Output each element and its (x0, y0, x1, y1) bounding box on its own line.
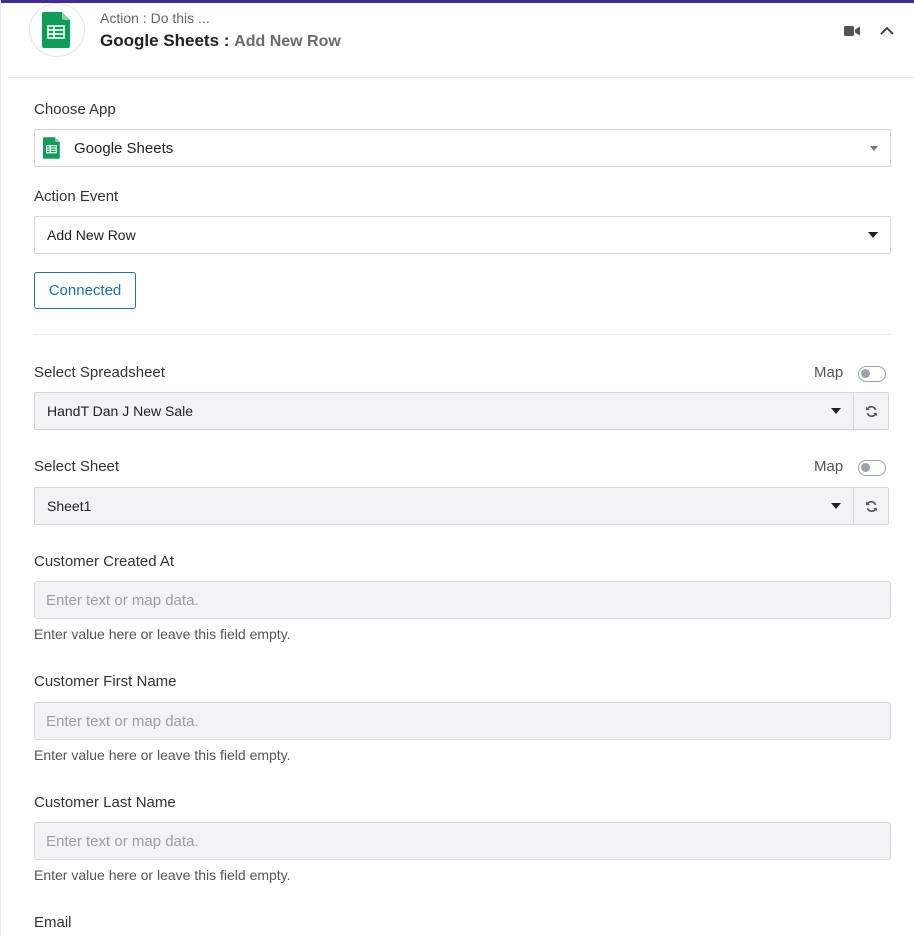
spreadsheet-map-toggle[interactable] (858, 366, 886, 382)
field-label: Customer Last Name (34, 794, 176, 811)
google-sheets-icon (29, 3, 85, 57)
sheet-map-toggle[interactable] (858, 460, 886, 476)
action-event-name: Add New Row (234, 33, 341, 50)
connected-button[interactable]: Connected (34, 272, 136, 309)
field-label: Email (34, 914, 72, 931)
action-panel: Action : Do this ... Google Sheets : Add… (0, 0, 914, 936)
refresh-icon (865, 500, 877, 512)
field-hint: Enter value here or leave this field emp… (34, 867, 291, 883)
choose-app-label: Choose App (34, 101, 116, 118)
chevron-up-icon[interactable] (878, 22, 896, 40)
section-divider (34, 334, 891, 335)
spreadsheet-map-label: Map (814, 364, 844, 381)
action-event-label: Action Event (34, 188, 119, 205)
select-spreadsheet-dropdown[interactable]: HandT Dan J New Sale (34, 392, 854, 430)
action-subtitle: Action : Do this ... (100, 10, 210, 26)
google-sheets-icon (43, 137, 60, 159)
select-spreadsheet-label: Select Spreadsheet (34, 364, 165, 381)
choose-app-value: Google Sheets (74, 139, 174, 157)
customer-first-name-input[interactable] (34, 702, 891, 740)
caret-down-icon (868, 232, 878, 238)
action-event-value: Add New Row (47, 227, 136, 243)
field-label: Customer First Name (34, 673, 177, 690)
select-sheet-dropdown[interactable]: Sheet1 (34, 487, 854, 525)
action-title: Google Sheets : Add New Row (100, 31, 341, 51)
choose-app-select[interactable]: Google Sheets (34, 129, 891, 167)
spreadsheet-refresh-button[interactable] (853, 392, 889, 430)
action-app-name: Google Sheets : (100, 31, 230, 50)
field-hint: Enter value here or leave this field emp… (34, 626, 291, 642)
toggle-knob (861, 463, 870, 472)
spreadsheet-value: HandT Dan J New Sale (47, 403, 194, 419)
customer-last-name-input[interactable] (34, 822, 891, 860)
action-header[interactable]: Action : Do this ... Google Sheets : Add… (8, 3, 914, 78)
video-camera-icon[interactable] (844, 25, 860, 37)
action-event-select[interactable]: Add New Row (34, 216, 891, 254)
caret-down-icon (831, 408, 841, 414)
customer-created-at-input[interactable] (34, 581, 891, 619)
refresh-icon (865, 405, 877, 417)
select-sheet-label: Select Sheet (34, 458, 120, 475)
field-hint: Enter value here or leave this field emp… (34, 747, 291, 763)
sheet-refresh-button[interactable] (853, 487, 889, 525)
sheet-value: Sheet1 (47, 498, 92, 514)
sheet-map-label: Map (814, 458, 844, 475)
field-label: Customer Created At (34, 553, 175, 570)
caret-down-icon (870, 146, 878, 151)
toggle-knob (861, 369, 870, 378)
caret-down-icon (831, 503, 841, 509)
